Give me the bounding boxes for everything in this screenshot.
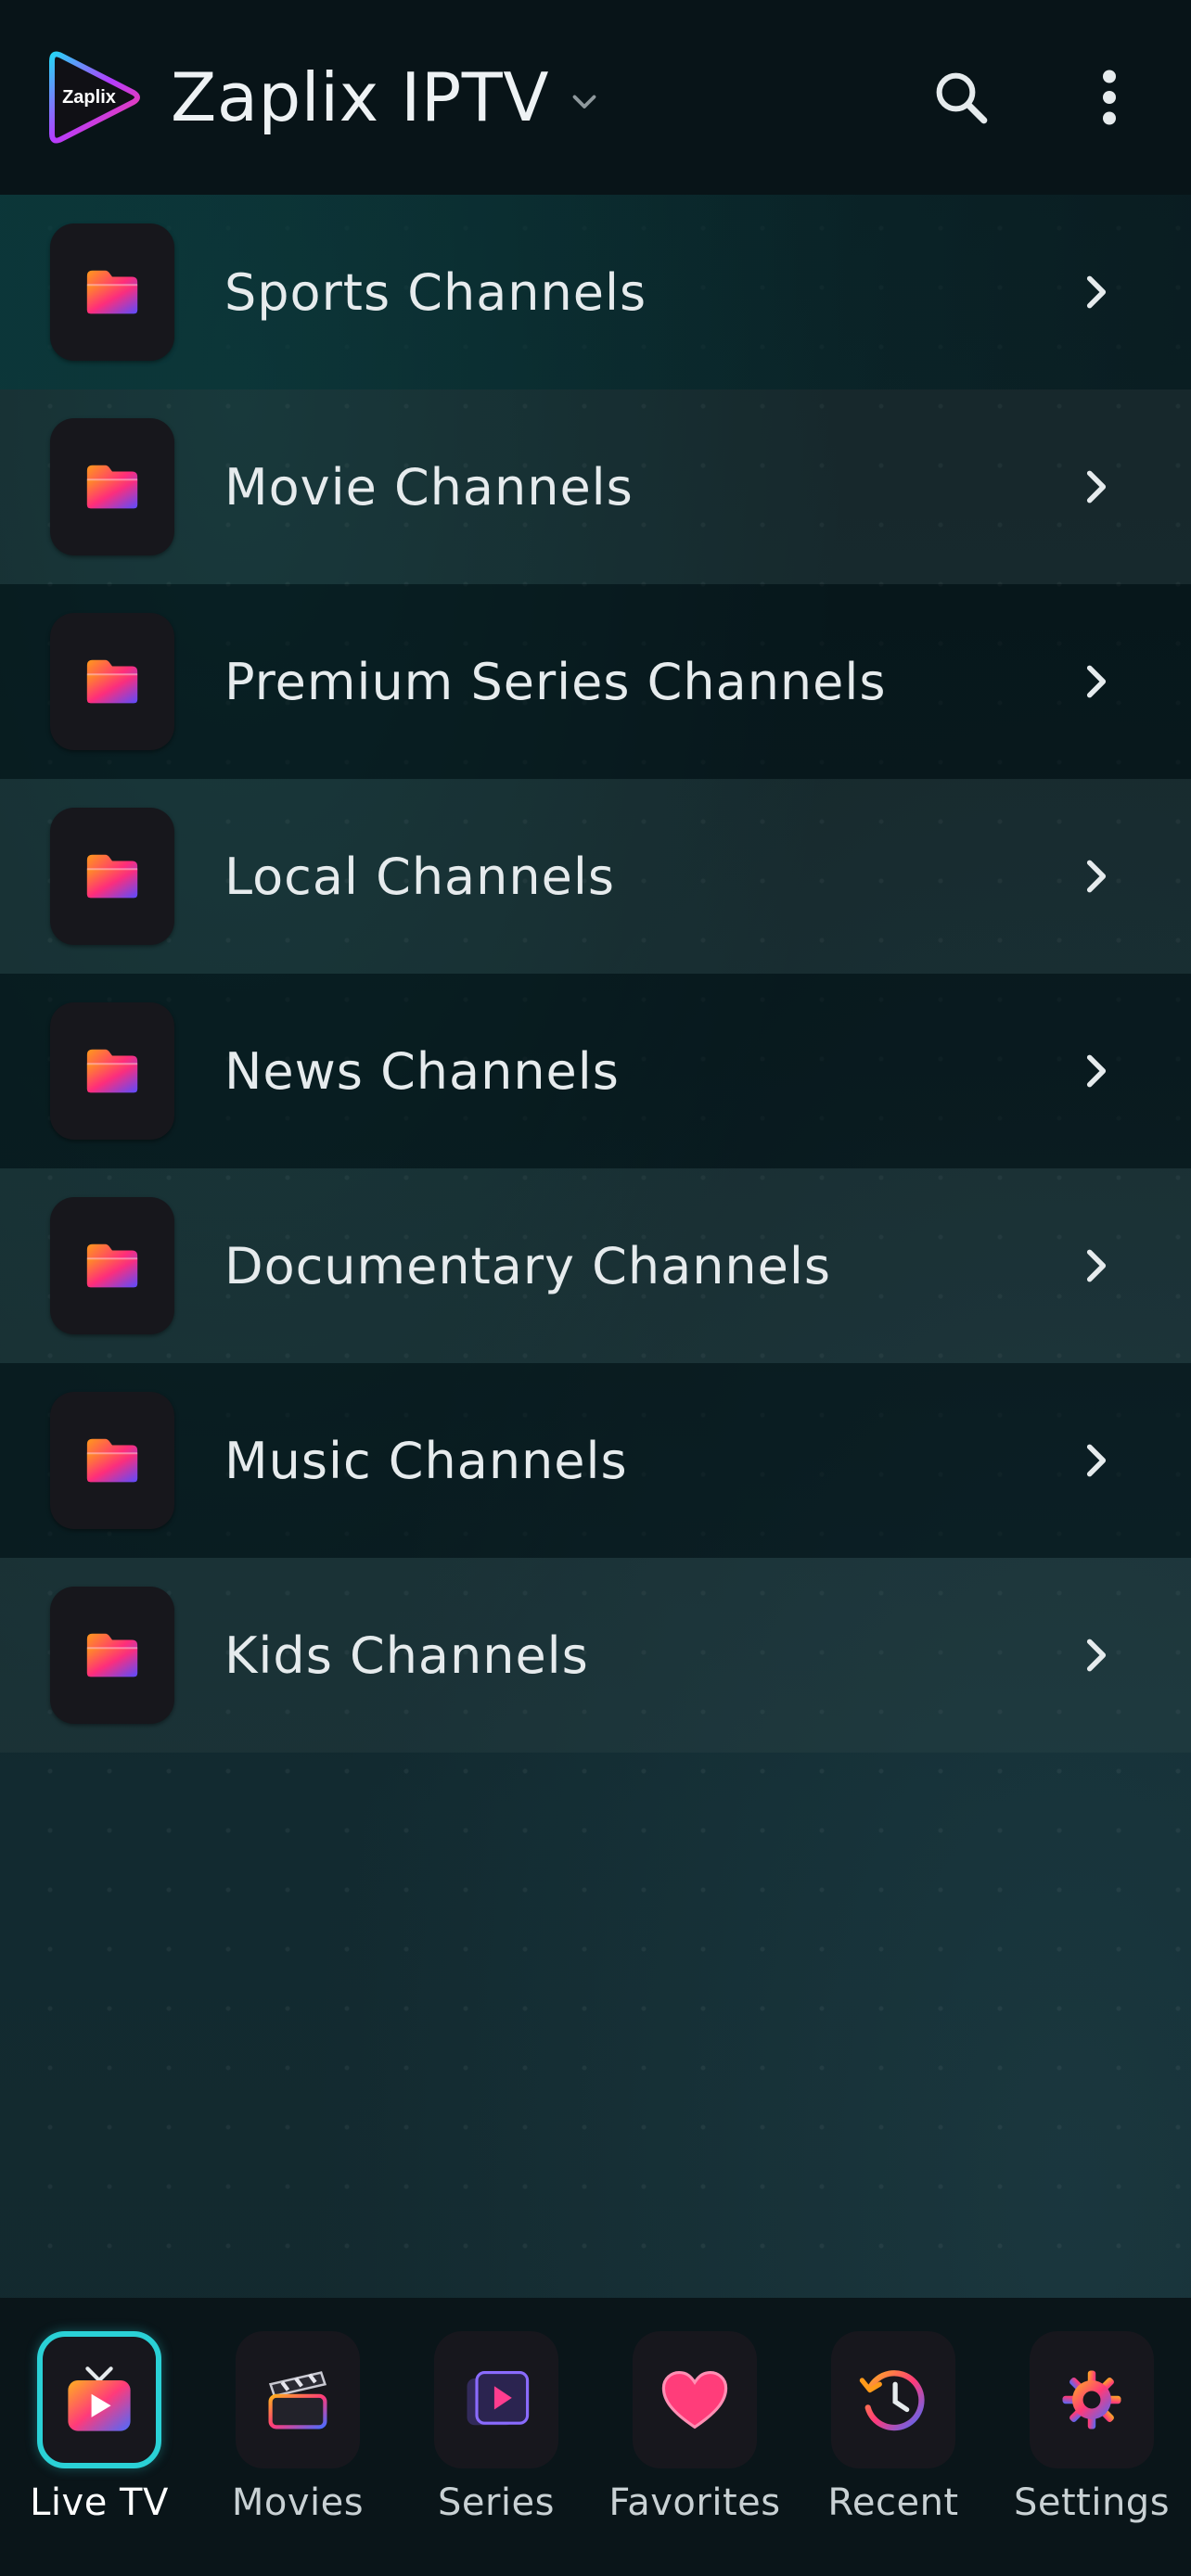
chevron-right-icon [1076,466,1117,507]
category-label: Local Channels [224,847,615,906]
chevron-right-icon [1076,1440,1117,1481]
nav-tile [236,2331,360,2468]
category-label: Movie Channels [224,457,634,516]
category-label: Premium Series Channels [224,652,887,711]
nav-item-live-tv[interactable]: Live TV [0,2298,198,2576]
folder-icon-tile [50,1197,174,1334]
folder-icon-tile [50,418,174,555]
category-row-news[interactable]: News Channels [0,974,1191,1168]
gear-icon [1062,2370,1121,2429]
category-label: Kids Channels [224,1626,589,1685]
nav-label: Settings [1013,2481,1171,2524]
heart-icon [661,2371,728,2429]
folder-icon [83,850,141,902]
category-label: Music Channels [224,1431,628,1490]
nav-tile [37,2331,161,2468]
category-row-movies[interactable]: Movie Channels [0,389,1191,584]
series-play-icon [467,2371,530,2426]
chevron-right-icon [1076,1635,1117,1676]
app-title[interactable]: Zaplix IPTV [171,58,549,136]
nav-tile [633,2331,757,2468]
nav-item-recent[interactable]: Recent [794,2298,992,2576]
chevron-down-icon[interactable] [568,84,601,118]
folder-icon-tile [50,1587,174,1724]
live-tv-icon [68,2366,131,2431]
folder-icon-tile [50,1392,174,1529]
zaplix-logo[interactable]: Zaplix [45,46,147,148]
search-icon [936,72,988,124]
category-row-local[interactable]: Local Channels [0,779,1191,974]
folder-icon [83,656,141,708]
app-header: Zaplix Zaplix IPTV [0,0,1191,195]
folder-icon [83,461,141,513]
chevron-right-icon [1076,1245,1117,1286]
clapperboard-icon [268,2371,327,2429]
nav-item-series[interactable]: Series [397,2298,596,2576]
nav-label: Recent [827,2481,959,2524]
chevron-right-icon [1076,856,1117,897]
nav-item-movies[interactable]: Movies [198,2298,397,2576]
chevron-right-icon [1076,272,1117,312]
nav-item-settings[interactable]: Settings [992,2298,1191,2576]
more-vertical-icon [1103,70,1116,125]
history-icon [859,2370,925,2431]
category-row-sports[interactable]: Sports Channels [0,195,1191,389]
chevron-right-icon [1076,1051,1117,1091]
category-label: Documentary Channels [224,1236,831,1295]
nav-label: Series [437,2481,555,2524]
app-screen: Zaplix Zaplix IPTV Sports Channels Movie… [0,0,1191,2576]
category-label: News Channels [224,1041,620,1101]
category-list: Sports Channels Movie Channels Premium S… [0,195,1191,1753]
folder-icon-tile [50,613,174,750]
folder-icon [83,1629,141,1681]
nav-label: Favorites [608,2481,781,2524]
category-label: Sports Channels [224,262,647,322]
nav-label: Movies [231,2481,365,2524]
logo-text: Zaplix [62,87,116,108]
more-options-button[interactable] [1063,51,1156,144]
folder-icon-tile [50,223,174,361]
folder-icon [83,1045,141,1097]
category-row-music[interactable]: Music Channels [0,1363,1191,1558]
folder-icon-tile [50,808,174,945]
folder-icon [83,266,141,318]
category-row-documentary[interactable]: Documentary Channels [0,1168,1191,1363]
chevron-right-icon [1076,661,1117,702]
nav-tile [1030,2331,1154,2468]
folder-icon [83,1240,141,1292]
nav-tile [831,2331,955,2468]
nav-label: Live TV [30,2481,169,2524]
nav-tile [434,2331,558,2468]
folder-icon-tile [50,1002,174,1140]
search-button[interactable] [915,51,1007,144]
nav-item-favorites[interactable]: Favorites [596,2298,794,2576]
bottom-navigation: Live TV Movies Series Favorites Recent S… [0,2298,1191,2576]
category-row-premium-series[interactable]: Premium Series Channels [0,584,1191,779]
folder-icon [83,1435,141,1486]
category-row-kids[interactable]: Kids Channels [0,1558,1191,1753]
